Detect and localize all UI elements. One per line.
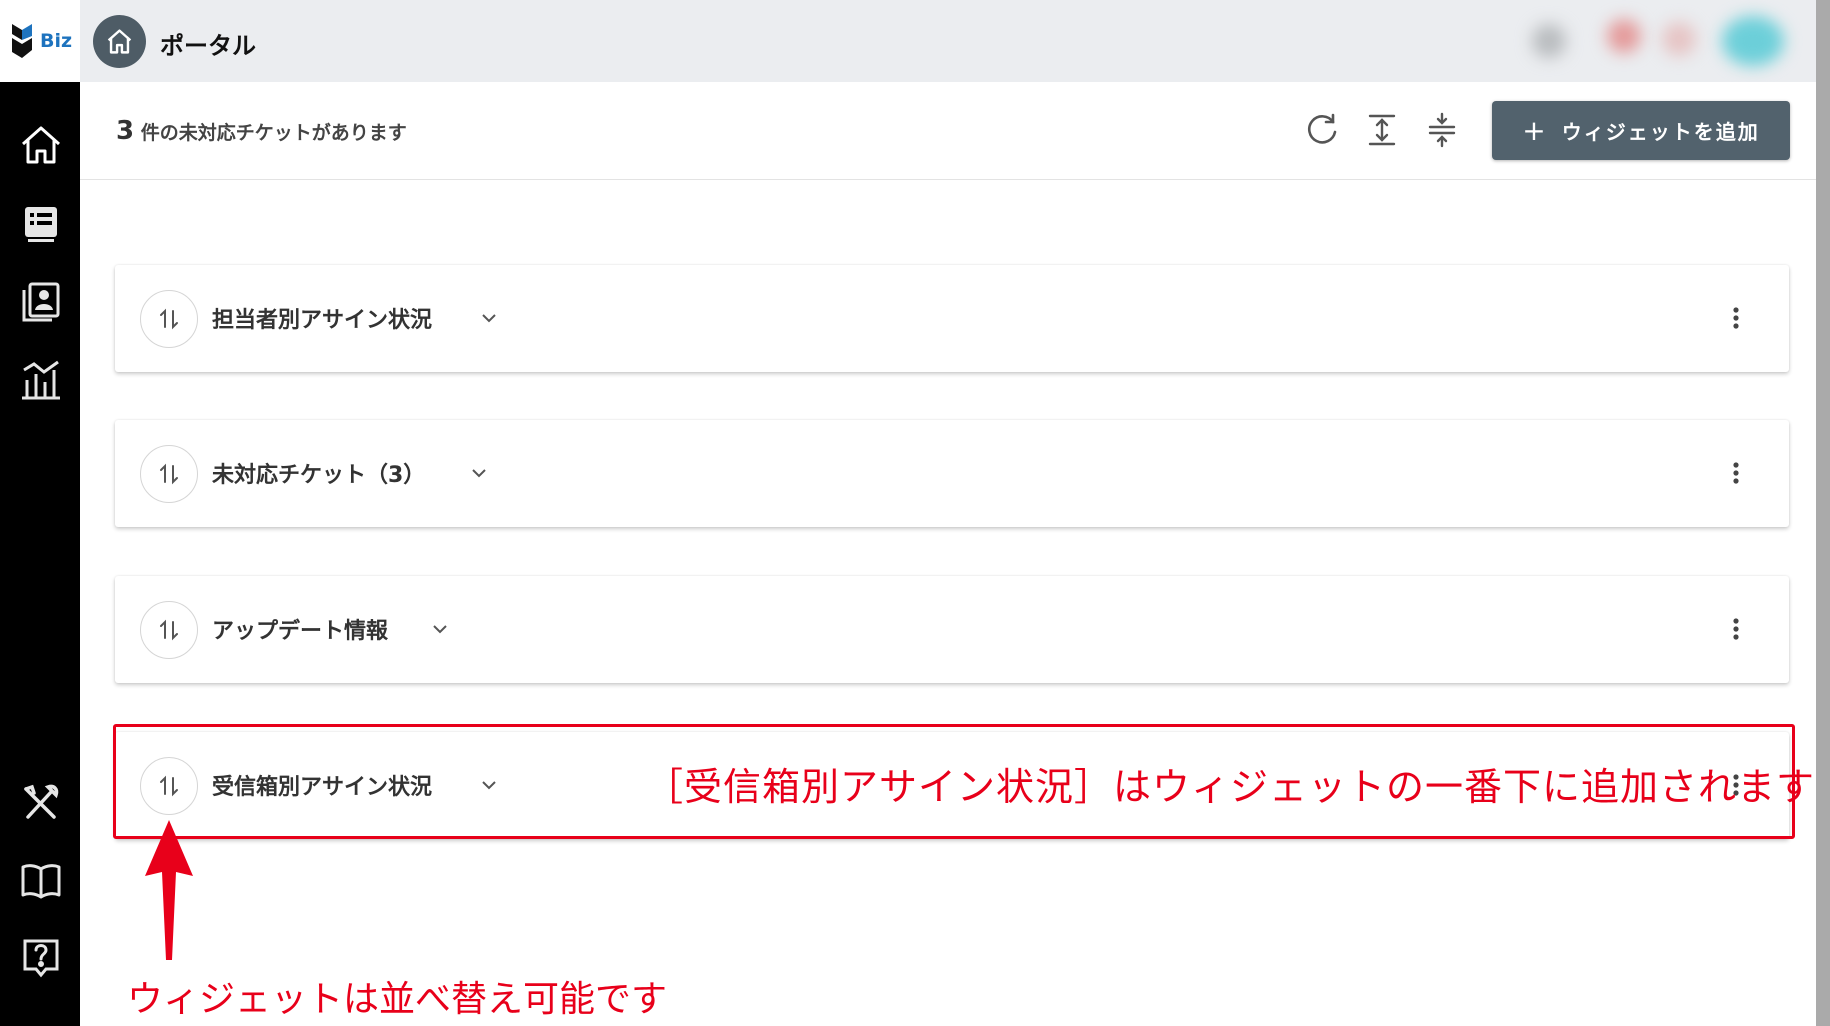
widget-update-info: アップデート情報 [115,576,1789,683]
widget-assignee-status: 担当者別アサイン状況 [115,265,1789,372]
widget-title: 未対応チケット（3） [212,463,426,488]
widget-title: アップデート情報 [212,619,389,644]
chevron-down-icon[interactable] [470,464,488,482]
plus-icon: + [1522,114,1548,147]
drag-handle-icon[interactable] [140,445,198,503]
annotation-arrow-icon [145,820,193,960]
user-area[interactable] [1512,14,1802,68]
drag-handle-icon[interactable] [140,290,198,348]
tools-icon[interactable] [18,779,64,825]
widget-unhandled-tickets: 未対応チケット（3） [115,420,1789,527]
widget-title: 担当者別アサイン状況 [212,308,433,333]
more-options-icon[interactable] [1731,460,1741,486]
unhandled-ticket-summary: 3 件の未対応チケットがあります [116,116,407,146]
more-options-icon[interactable] [1731,305,1741,331]
unhandled-suffix: 件の未対応チケットがあります [140,122,407,144]
expand-all-icon[interactable] [1362,110,1402,150]
brand-name: Biz [40,30,73,52]
logo-mark-icon [12,24,32,58]
collapse-all-icon[interactable] [1422,110,1462,150]
annotation-sort-note: ウィジェットは並べ替え可能です [127,979,668,1020]
brand-logo[interactable]: Biz [0,0,80,82]
ticket-list-icon[interactable] [18,200,64,246]
home-icon[interactable] [18,122,64,168]
add-widget-label: ウィジェットを追加 [1561,120,1760,144]
chevron-down-icon[interactable] [480,309,498,327]
more-options-icon[interactable] [1731,616,1741,642]
window-edge [1816,0,1830,1026]
page-title: ポータル [160,32,256,60]
add-widget-button[interactable]: + ウィジェットを追加 [1492,101,1790,160]
manual-icon[interactable] [18,857,64,903]
portal-home-icon [93,15,146,68]
portal-toolbar: 3 件の未対応チケットがあります + ウィジェットを追加 [80,82,1816,180]
annotation-added-note: ［受信箱別アサイン状況］はウィジェットの一番下に追加されます [645,765,1816,809]
top-bar: Biz ポータル [0,0,1816,83]
chevron-down-icon[interactable] [431,620,449,638]
refresh-icon[interactable] [1302,110,1342,150]
drag-handle-icon[interactable] [140,601,198,659]
reports-icon[interactable] [18,356,64,402]
help-icon[interactable] [18,935,64,981]
contacts-icon[interactable] [18,278,64,324]
unhandled-count: 3 [116,116,135,146]
sidebar-nav [0,82,80,1026]
